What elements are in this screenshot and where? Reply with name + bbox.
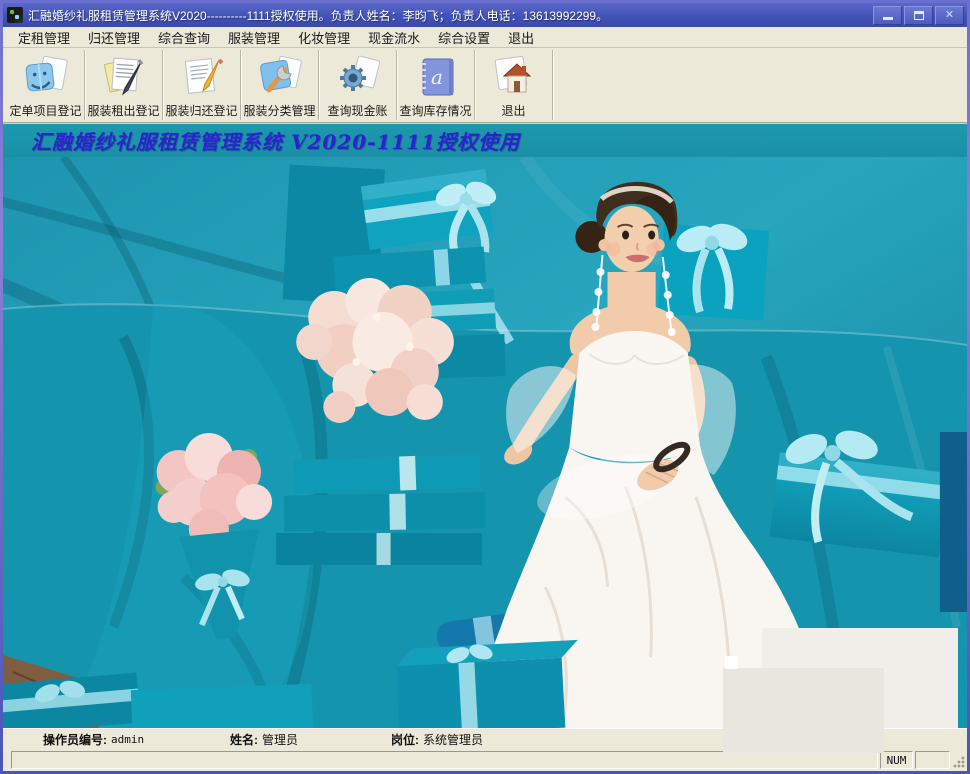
close-icon: ✕: [944, 8, 955, 21]
minimize-icon: [882, 17, 893, 20]
order-folder-icon: [22, 53, 70, 101]
toolbar-cash-query-button[interactable]: 查询现金账: [319, 50, 397, 120]
watermark-patch-medium: [723, 668, 884, 753]
toolbar-category-manage-button[interactable]: 服装分类管理: [241, 50, 319, 120]
num-lock-indicator: NUM: [880, 751, 913, 769]
toolbar-order-entry-button[interactable]: 定单项目登记: [7, 50, 85, 120]
toolbar-button-label: 服装租出登记: [87, 104, 160, 118]
operator-id-label: 操作员编号:: [43, 732, 107, 747]
watermark-patch-square: [725, 656, 738, 669]
toolbar-button-label: 定单项目登记: [9, 104, 82, 118]
app-icon[interactable]: [7, 7, 23, 23]
operator-id-panel: 操作员编号: admin: [11, 731, 216, 748]
toolbar-return-entry-button[interactable]: 服装归还登记: [163, 50, 241, 120]
maximize-button[interactable]: [904, 5, 933, 25]
operator-name-label: 姓名:: [230, 732, 258, 747]
operator-role-label: 岗位:: [391, 732, 419, 747]
menu-item-rental-management[interactable]: 定租管理: [9, 26, 79, 49]
navy-box: [939, 432, 967, 612]
toolbar-button-label: 退出: [501, 104, 526, 118]
gift-box-bottom-mid: [130, 683, 314, 728]
menubar: 定租管理 归还管理 综合查询 服装管理 化妆管理 现金流水 综合设置 退出: [3, 27, 967, 48]
statusbar-empty-panel: [915, 751, 950, 769]
operator-name-value: 管理员: [262, 732, 299, 747]
toolbar-exit-button[interactable]: 退出: [475, 50, 553, 120]
gear-doc-icon: [334, 53, 382, 101]
menu-item-exit[interactable]: 退出: [499, 26, 543, 49]
menu-item-cash-flow[interactable]: 现金流水: [359, 26, 429, 49]
gift-box-stack-mid: [276, 453, 486, 565]
exit-home-icon: [490, 53, 538, 101]
gift-box-bottom-center: [396, 639, 578, 728]
toolbar-button-label: 服装分类管理: [243, 104, 316, 118]
operator-name-panel: 姓名: 管理员: [216, 731, 381, 748]
menu-item-return-management[interactable]: 归还管理: [79, 26, 149, 49]
rent-out-doc-pen-icon: [100, 53, 148, 101]
statusbar-message-panel: [11, 751, 878, 769]
toolbar-rent-out-button[interactable]: 服装租出登记: [85, 50, 163, 120]
toolbar: 定单项目登记 服装租出登记 服装归还登记 服装分类管理 查询现金账 a 查询库存…: [3, 48, 967, 123]
app-window: 汇融婚纱礼服租赁管理系统V2020----------1111授权使用。负责人姓…: [0, 0, 970, 774]
minimize-button[interactable]: [873, 5, 902, 25]
toolbar-inventory-query-button[interactable]: a 查询库存情况: [397, 50, 475, 120]
toolbar-button-label: 查询库存情况: [399, 104, 472, 118]
menu-item-clothing-management[interactable]: 服装管理: [219, 26, 289, 49]
return-doc-pencil-icon: [178, 53, 226, 101]
wrench-box-icon: [256, 53, 304, 101]
maximize-icon: [913, 10, 924, 20]
resize-grip[interactable]: [952, 751, 966, 769]
toolbar-button-label: 查询现金账: [327, 104, 388, 118]
menu-item-comprehensive-query[interactable]: 综合查询: [149, 26, 219, 49]
license-banner: 汇融婚纱礼服租赁管理系统 V2020-1111授权使用: [3, 123, 967, 157]
window-title: 汇融婚纱礼服租赁管理系统V2020----------1111授权使用。负责人姓…: [28, 8, 609, 23]
titlebar: 汇融婚纱礼服租赁管理系统V2020----------1111授权使用。负责人姓…: [3, 3, 967, 27]
toolbar-button-label: 服装归还登记: [165, 104, 238, 118]
operator-role-panel: 岗位: 系统管理员: [381, 731, 581, 748]
close-button[interactable]: ✕: [935, 5, 964, 25]
svg-text:a: a: [431, 65, 443, 89]
notebook-a-icon: a: [412, 53, 460, 101]
operator-id-value: admin: [111, 732, 145, 746]
operator-role-value: 系统管理员: [423, 732, 484, 747]
menu-item-general-settings[interactable]: 综合设置: [429, 26, 499, 49]
menu-item-makeup-management[interactable]: 化妆管理: [289, 26, 359, 49]
license-banner-text: 汇融婚纱礼服租赁管理系统 V2020-1111授权使用: [31, 130, 521, 154]
